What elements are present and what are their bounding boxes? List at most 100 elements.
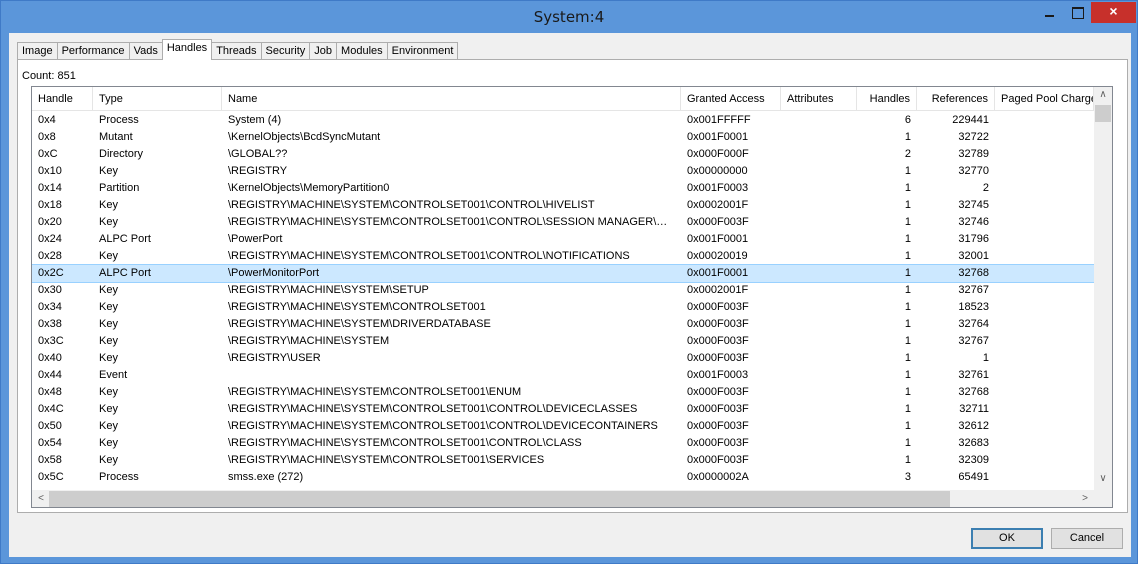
column-header-type[interactable]: Type xyxy=(93,87,222,111)
cell-attributes xyxy=(781,452,857,469)
cell-type: Partition xyxy=(99,182,140,194)
close-icon: × xyxy=(1109,3,1118,19)
cell-type: Key xyxy=(99,352,118,364)
cell-type: Directory xyxy=(99,148,144,160)
ok-button[interactable]: OK xyxy=(971,528,1043,549)
tab-job[interactable]: Job xyxy=(309,42,338,60)
cell-handle: 0x10 xyxy=(38,165,62,177)
tab-environment[interactable]: Environment xyxy=(386,42,459,60)
scroll-down-icon[interactable]: ∨ xyxy=(1094,473,1112,484)
table-row[interactable]: 0x40 Key \REGISTRY\USER 0x000F003F 1 1 xyxy=(32,350,1094,367)
table-row[interactable]: 0x54 Key \REGISTRY\MACHINE\SYSTEM\CONTROLS… xyxy=(32,435,1094,452)
cell-name: System (4) xyxy=(228,114,282,126)
cell-paged-pool-charge xyxy=(995,350,1094,367)
tab-performance[interactable]: Performance xyxy=(56,42,130,60)
scroll-left-icon[interactable]: < xyxy=(32,493,50,504)
cell-handle: 0x54 xyxy=(38,437,62,449)
cell-handles: 2 xyxy=(904,148,911,160)
cell-attributes xyxy=(781,214,857,231)
table-row[interactable]: 0x20 Key \REGISTRY\MACHINE\SYSTEM\CONTROLS… xyxy=(32,214,1094,231)
tab-threads[interactable]: Threads xyxy=(211,42,262,60)
cell-type: Key xyxy=(99,301,118,313)
cell-name: \REGISTRY\MACHINE\SYSTEM\CONTROLSET001\C… xyxy=(228,403,638,415)
cell-handles: 1 xyxy=(904,454,911,466)
cell-handle: 0x38 xyxy=(38,318,62,330)
cell-references: 32722 xyxy=(958,131,989,143)
table-row[interactable]: 0x3C Key \REGISTRY\MACHINE\SYSTEM 0x000F003… xyxy=(32,333,1094,350)
cell-type: Key xyxy=(99,318,118,330)
cell-references: 32309 xyxy=(958,454,989,466)
cell-granted-access: 0x000F003F xyxy=(687,386,749,398)
table-row[interactable]: 0x28 Key \REGISTRY\MACHINE\SYSTEM\CONTROLS… xyxy=(32,248,1094,265)
tab-vads[interactable]: Vads xyxy=(128,42,163,60)
table-row[interactable]: 0x50 Key \REGISTRY\MACHINE\SYSTEM\CONTROLS… xyxy=(32,418,1094,435)
horizontal-scrollbar[interactable]: < > xyxy=(32,490,1094,507)
cell-attributes xyxy=(781,146,857,163)
table-row[interactable]: 0x58 Key \REGISTRY\MACHINE\SYSTEM\CONTROLS… xyxy=(32,452,1094,469)
cell-name: \REGISTRY\MACHINE\SYSTEM\CONTROLSET001 xyxy=(228,301,486,313)
maximize-button[interactable] xyxy=(1064,2,1090,23)
cell-references: 32764 xyxy=(958,318,989,330)
cell-name: \REGISTRY\MACHINE\SYSTEM\CONTROLSET001\E… xyxy=(228,386,522,398)
cell-attributes xyxy=(781,299,857,316)
table-row[interactable]: 0x24 ALPC Port \PowerPort 0x001F0001 1 31796 xyxy=(32,231,1094,248)
tab-security[interactable]: Security xyxy=(260,42,311,60)
horizontal-scroll-thumb[interactable] xyxy=(49,491,950,507)
table-row[interactable]: 0x34 Key \REGISTRY\MACHINE\SYSTEM\CONTROLS… xyxy=(32,299,1094,316)
cell-handle: 0x30 xyxy=(38,284,62,296)
tab-image[interactable]: Image xyxy=(17,42,58,60)
column-header-attributes[interactable]: Attributes xyxy=(781,87,857,111)
cell-handles: 1 xyxy=(904,386,911,398)
vertical-scrollbar[interactable]: ∧ ∨ xyxy=(1094,87,1112,490)
column-header-granted-access[interactable]: Granted Access xyxy=(681,87,781,111)
column-header-references[interactable]: References xyxy=(917,87,995,111)
table-row[interactable]: 0xC Directory \GLOBAL?? 0x000F000F 2 32789 xyxy=(32,146,1094,163)
cell-paged-pool-charge xyxy=(995,469,1094,486)
cell-attributes xyxy=(781,367,857,384)
cell-references: 32761 xyxy=(958,369,989,381)
table-row[interactable]: 0x18 Key \REGISTRY\MACHINE\SYSTEM\CONTROLS… xyxy=(32,197,1094,214)
cell-type: Process xyxy=(99,114,139,126)
cell-name: \PowerPort xyxy=(228,233,283,245)
cell-attributes xyxy=(781,180,857,197)
scroll-right-icon[interactable]: > xyxy=(1076,493,1094,504)
cell-type: Key xyxy=(99,403,118,415)
table-row[interactable]: 0x5C Process smss.exe (272) 0x0000002A 3 6549… xyxy=(32,469,1094,486)
table-row[interactable]: 0x4C Key \REGISTRY\MACHINE\SYSTEM\CONTROLS… xyxy=(32,401,1094,418)
cell-granted-access: 0x001F0001 xyxy=(687,267,749,279)
table-row[interactable]: 0x4 Process System (4) 0x001FFFFF 6 229441 xyxy=(32,112,1094,129)
column-header-handles[interactable]: Handles xyxy=(857,87,917,111)
cell-name: \KernelObjects\BcdSyncMutant xyxy=(228,131,381,143)
cell-references: 32770 xyxy=(958,165,989,177)
cell-granted-access: 0x001F0001 xyxy=(687,233,749,245)
tab-handles[interactable]: Handles xyxy=(161,39,213,60)
table-row[interactable]: 0x30 Key \REGISTRY\MACHINE\SYSTEM\SETUP 0x0… xyxy=(32,282,1094,299)
cell-handles: 1 xyxy=(904,182,911,194)
table-row[interactable]: 0x44 Event 0x001F0003 1 32761 xyxy=(32,367,1094,384)
table-row[interactable]: 0x48 Key \REGISTRY\MACHINE\SYSTEM\CONTROLS… xyxy=(32,384,1094,401)
cell-granted-access: 0x00000000 xyxy=(687,165,748,177)
minimize-button[interactable] xyxy=(1036,2,1062,23)
table-row[interactable]: 0x38 Key \REGISTRY\MACHINE\SYSTEM\DRIVERDA… xyxy=(32,316,1094,333)
handles-list[interactable]: Handle Type Name Granted Access Attributes Ha… xyxy=(31,86,1113,508)
cell-handle: 0x8 xyxy=(38,131,56,143)
table-row[interactable]: 0x14 Partition \KernelObjects\MemoryPartit… xyxy=(32,180,1094,197)
column-header-paged-pool-charge[interactable]: Paged Pool Charge xyxy=(995,87,1094,111)
cell-handles: 6 xyxy=(904,114,911,126)
table-row[interactable]: 0x10 Key \REGISTRY 0x00000000 1 32770 xyxy=(32,163,1094,180)
column-header-handle[interactable]: Handle xyxy=(32,87,93,111)
table-row[interactable]: 0x8 Mutant \KernelObjects\BcdSyncMutant 0x0… xyxy=(32,129,1094,146)
column-header-name[interactable]: Name xyxy=(222,87,681,111)
close-button[interactable]: × xyxy=(1091,2,1136,23)
title-bar[interactable]: System:4 × xyxy=(1,1,1137,33)
cell-granted-access: 0x001F0001 xyxy=(687,131,749,143)
cell-granted-access: 0x000F003F xyxy=(687,420,749,432)
cell-handle: 0x58 xyxy=(38,454,62,466)
cell-handle: 0x2C xyxy=(38,267,64,279)
table-row[interactable]: 0x2C ALPC Port \PowerMonitorPort 0x001F0001… xyxy=(32,264,1095,283)
cell-paged-pool-charge xyxy=(995,435,1094,452)
vertical-scroll-thumb[interactable] xyxy=(1095,105,1111,122)
cancel-button[interactable]: Cancel xyxy=(1051,528,1123,549)
scroll-up-icon[interactable]: ∧ xyxy=(1094,89,1112,100)
tab-modules[interactable]: Modules xyxy=(336,42,388,60)
